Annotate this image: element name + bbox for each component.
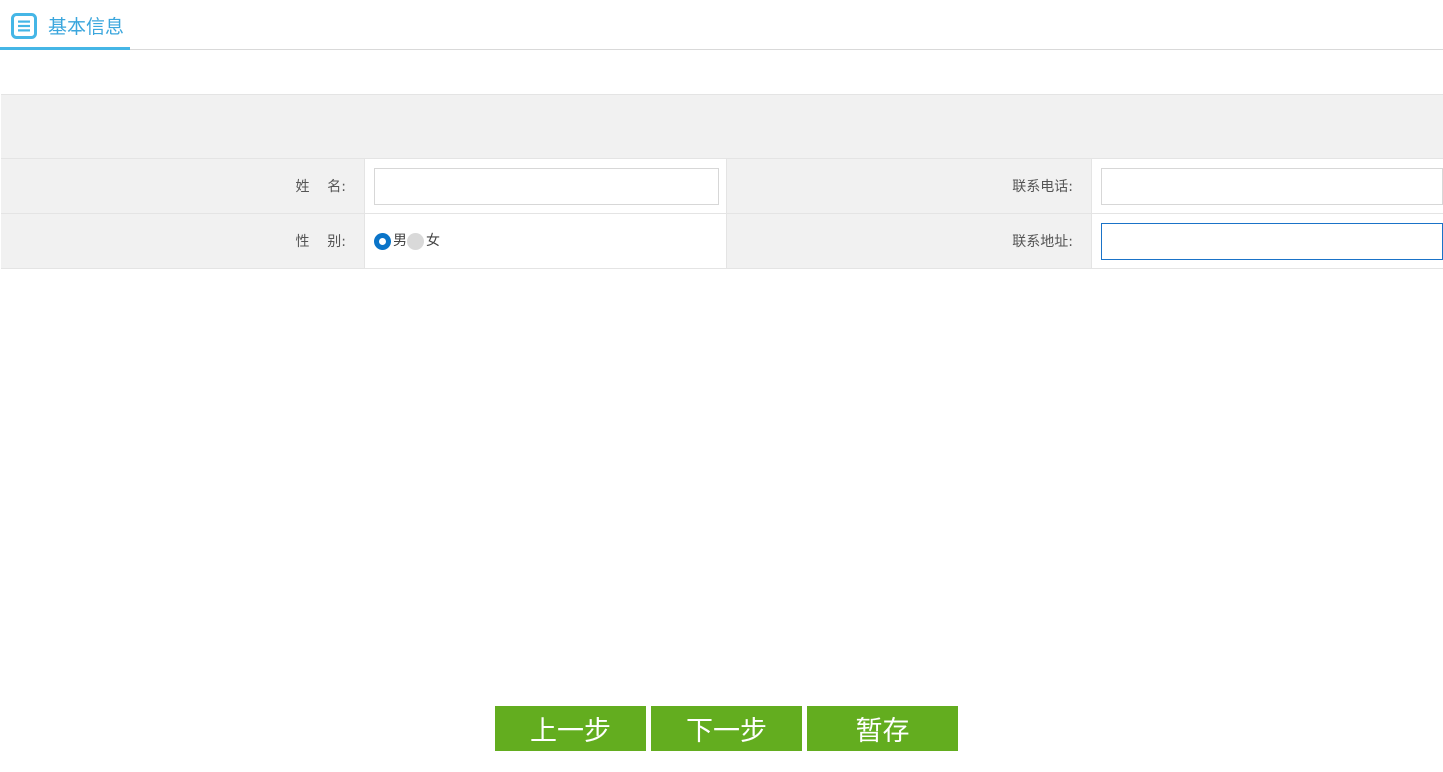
address-label: 联系地址: (727, 214, 1091, 268)
phone-cell (1091, 159, 1443, 213)
action-buttons: 上一步 下一步 暂存 (495, 706, 958, 751)
gender-female-label[interactable]: 女 (426, 233, 440, 250)
tab-basic-info[interactable]: 基本信息 (0, 0, 130, 50)
name-label: 姓 名: (1, 159, 364, 213)
form-row-gender-address: 性 别: 男 女 联系地址: (1, 214, 1443, 269)
name-input[interactable] (374, 167, 719, 205)
prev-step-button[interactable]: 上一步 (495, 706, 646, 751)
gender-label: 性 别: (1, 214, 364, 268)
next-step-button[interactable]: 下一步 (651, 706, 802, 751)
page: 基本信息 姓 名: 联系电话: 性 别: 男 女 联系地址: 上一步 下一步 暂… (0, 0, 1443, 772)
form-row-name-phone: 姓 名: 联系电话: (1, 159, 1443, 214)
address-input[interactable] (1101, 222, 1443, 260)
gender-male-label[interactable]: 男 (393, 233, 407, 250)
gender-cell: 男 女 (364, 214, 727, 268)
phone-input[interactable] (1101, 167, 1443, 205)
list-document-icon (11, 13, 37, 39)
name-cell (364, 159, 727, 213)
basic-info-form: 姓 名: 联系电话: 性 别: 男 女 联系地址: (1, 94, 1443, 269)
page-title: 基本信息 (48, 16, 125, 38)
phone-label: 联系电话: (727, 159, 1091, 213)
address-cell (1091, 214, 1443, 268)
save-draft-button[interactable]: 暂存 (807, 706, 958, 751)
gender-radio-group: 男 女 (374, 232, 440, 250)
gender-female-radio[interactable] (407, 232, 424, 250)
gender-male-radio[interactable] (374, 232, 391, 250)
section-header: 基本信息 (0, 0, 1443, 50)
form-title-row (1, 95, 1443, 159)
